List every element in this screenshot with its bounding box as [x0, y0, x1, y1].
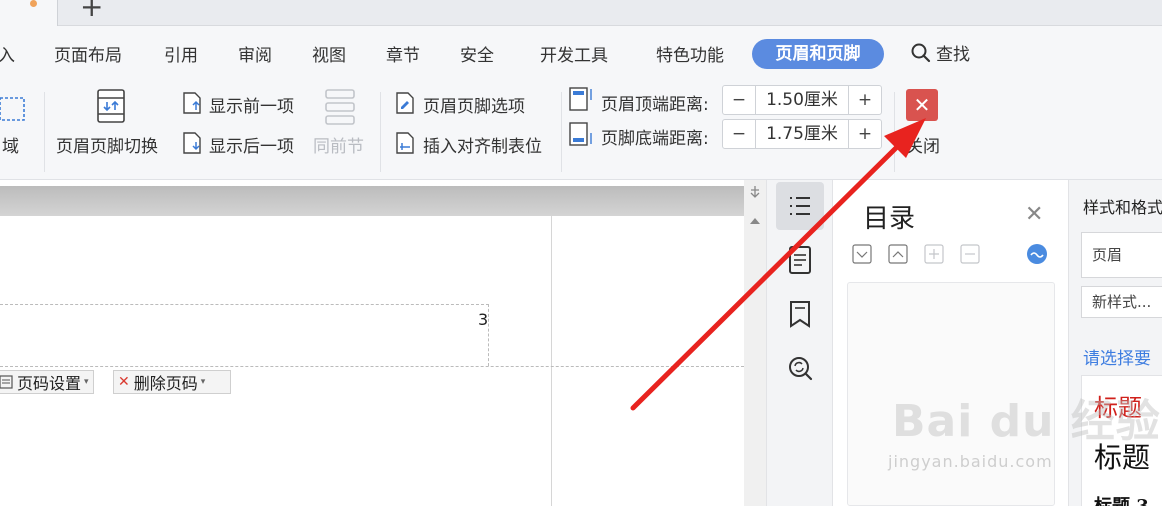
insert-tab-align-button[interactable]: 插入对齐制表位 — [423, 132, 542, 157]
smart-toc-icon — [1027, 244, 1047, 264]
header-boundary-line — [0, 366, 744, 367]
new-style-button[interactable]: 新样式... — [1081, 286, 1162, 318]
watermark-logo: Bai du 经验 — [892, 396, 1161, 447]
find-replace-tool-button[interactable] — [776, 344, 824, 392]
unsaved-dot — [30, 0, 37, 7]
same-as-previous-icon — [325, 89, 355, 125]
page-number-settings-icon — [0, 375, 13, 389]
header-footer-options-button[interactable]: 页眉页脚选项 — [423, 92, 525, 117]
header-footer-switch-button[interactable]: 页眉页脚切换 — [56, 132, 158, 157]
toc-controls — [852, 244, 1047, 264]
field-button[interactable]: 域 — [2, 132, 19, 157]
close-header-footer-label[interactable]: 关闭 — [906, 132, 940, 157]
ribbon-separator — [44, 92, 45, 172]
show-next-button[interactable]: 显示后一项 — [209, 132, 294, 157]
search-icon — [911, 43, 931, 62]
menu-references[interactable]: 引用 — [164, 41, 198, 66]
header-top-decrement[interactable]: − — [723, 86, 755, 114]
scroll-ruler-icon — [750, 186, 760, 224]
page-number-settings-label: 页码设置 — [17, 374, 82, 393]
header-top-distance-label: 页眉顶端距离: — [601, 95, 709, 115]
header-edit-region[interactable] — [0, 304, 489, 366]
document-right-area — [552, 216, 744, 506]
header-top-distance-icon — [569, 87, 592, 111]
document-top-margin — [0, 186, 744, 216]
collapse-icon — [852, 244, 872, 264]
document-tab[interactable] — [0, 0, 58, 26]
delete-page-number-button[interactable]: ✕ 删除页码 ▾ — [113, 370, 231, 394]
menu-chapter[interactable]: 章节 — [386, 41, 420, 66]
footer-bottom-distance-icon — [569, 122, 592, 146]
close-header-footer-button[interactable]: ✕ — [906, 89, 938, 121]
caret-down-icon: ▾ — [200, 377, 206, 387]
header-top-increment[interactable]: + — [849, 86, 881, 114]
show-previous-button[interactable]: 显示前一项 — [209, 92, 294, 117]
bookmark-tool-button[interactable] — [776, 290, 824, 338]
menu-header-footer[interactable]: 页眉和页脚 — [752, 39, 884, 69]
toc-close-icon[interactable]: ✕ — [1025, 202, 1043, 227]
menu-developer[interactable]: 开发工具 — [540, 41, 608, 66]
footer-bottom-distance-input[interactable]: 1.75厘米 — [755, 120, 849, 148]
delete-page-number-label: 删除页码 — [133, 374, 198, 393]
select-style-prompt: 请选择要 — [1083, 349, 1151, 369]
find-label: 查找 — [936, 45, 970, 65]
field-icon — [0, 97, 25, 121]
list-icon — [790, 197, 810, 215]
header-footer-switch-icon — [97, 89, 125, 123]
menu-page-layout[interactable]: 页面布局 — [54, 41, 122, 66]
side-toolbar — [766, 180, 832, 506]
header-top-distance-input[interactable]: 1.50厘米 — [755, 86, 849, 114]
styles-panel: 样式和格式 页眉 新样式... 请选择要 标题 标题 标题 3 — [1068, 180, 1162, 506]
ribbon-separator — [380, 92, 381, 172]
current-style-field[interactable]: 页眉 — [1081, 232, 1162, 278]
same-as-previous-button[interactable]: 同前节 — [313, 132, 364, 157]
menu-security[interactable]: 安全 — [460, 41, 494, 66]
document-list-icon — [789, 246, 811, 274]
footer-bottom-decrement[interactable]: − — [723, 120, 755, 148]
footer-bottom-increment[interactable]: + — [849, 120, 881, 148]
header-top-distance-stepper: − 1.50厘米 + — [722, 85, 882, 115]
menu-bar: 入 页面布局 引用 审阅 视图 章节 安全 开发工具 特色功能 页眉和页脚 查找 — [0, 26, 1162, 82]
toc-tool-button[interactable] — [776, 182, 824, 230]
footer-bottom-distance-label: 页脚底端距离: — [601, 129, 709, 149]
page-number[interactable]: 3 — [478, 310, 488, 329]
delete-icon: ✕ — [118, 374, 130, 390]
footer-bottom-distance-stepper: − 1.75厘米 + — [722, 119, 882, 149]
menu-features[interactable]: 特色功能 — [656, 41, 724, 66]
show-previous-icon — [183, 92, 201, 114]
menu-review[interactable]: 审阅 — [238, 41, 272, 66]
ribbon-separator — [894, 92, 895, 172]
page-right-edge — [551, 216, 552, 506]
remove-level-icon — [960, 244, 980, 264]
toc-title: 目录 — [863, 204, 916, 234]
find-button[interactable]: 查找 — [910, 40, 970, 65]
vertical-scrollbar[interactable] — [744, 180, 766, 506]
style-heading-3[interactable]: 标题 3 — [1094, 492, 1149, 506]
menu-view[interactable]: 视图 — [312, 41, 346, 66]
bookmark-icon — [790, 301, 810, 328]
ribbon-separator — [561, 92, 562, 172]
tab-strip: + — [0, 0, 1162, 26]
new-tab-button[interactable]: + — [80, 0, 103, 22]
insert-tab-align-icon — [396, 132, 414, 154]
document-tool-button[interactable] — [776, 236, 824, 284]
styles-panel-title: 样式和格式 — [1083, 198, 1162, 217]
page-number-settings-button[interactable]: 页码设置 ▾ — [0, 370, 94, 394]
caret-down-icon: ▾ — [84, 377, 89, 387]
search-replace-icon — [789, 357, 813, 381]
show-next-icon — [183, 132, 201, 154]
menu-insert[interactable]: 入 — [0, 41, 15, 66]
header-footer-options-icon — [396, 92, 414, 114]
expand-icon — [888, 244, 908, 264]
watermark-url: jingyan.baidu.com — [888, 452, 1053, 471]
ribbon-header-footer: 域 页眉页脚切换 显示前一项 显示后一项 同前节 页眉页脚选项 插入对齐制表位 — [0, 82, 1162, 180]
add-level-icon — [924, 244, 944, 264]
